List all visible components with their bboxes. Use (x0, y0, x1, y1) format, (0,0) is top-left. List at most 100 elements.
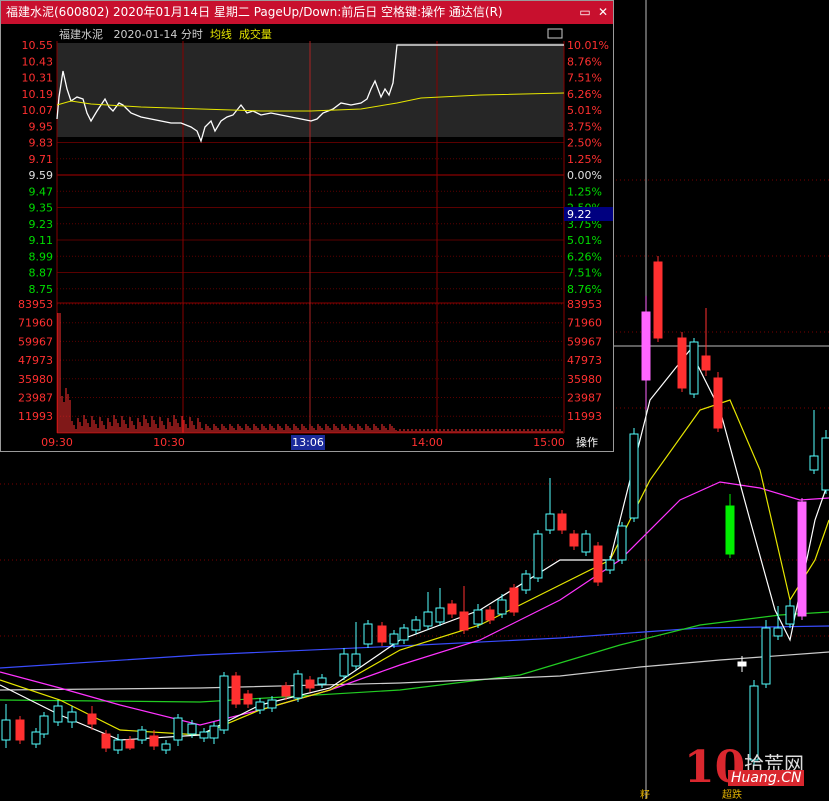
stock-name: 福建水泥 (59, 28, 103, 41)
price-axis-label: 9.23 (29, 218, 54, 231)
kline-candle (339, 653, 349, 677)
kline-candle (317, 677, 327, 685)
volume-axis-label: 23987 (18, 392, 53, 405)
volume-axis-label-right: 35980 (567, 373, 602, 386)
kline-candle (305, 679, 315, 689)
price-axis-label: 10.19 (22, 88, 54, 101)
kline-candle (773, 627, 783, 637)
kline-candle (797, 501, 807, 617)
watermark-logo: 10 拾荒网 Huang.CN (684, 742, 824, 794)
kline-candle (411, 619, 421, 631)
chart-date: 2020-01-14 分时 (113, 28, 203, 41)
avg-line-label: 均线 (209, 28, 232, 41)
volume-axis-label: 83953 (18, 298, 53, 311)
kline-candle (569, 533, 579, 547)
intraday-popup-window[interactable]: 福建水泥(600802) 2020年01月14日 星期二 PageUp/Down… (0, 0, 614, 452)
kline-candle (701, 355, 711, 371)
kline-candle (219, 675, 229, 731)
kline-candle (389, 633, 399, 645)
kline-candle (199, 731, 209, 739)
kline-candle (629, 433, 639, 519)
volume-axis-label: 11993 (18, 410, 53, 423)
kline-candle (713, 377, 723, 429)
volume-label: 成交量 (238, 28, 272, 41)
kline-candle (231, 675, 241, 705)
volume-axis-label-right: 47973 (567, 354, 602, 367)
kline-candle (67, 711, 77, 723)
kline-candle (497, 599, 507, 615)
percent-axis-label: 5.01% (567, 234, 602, 247)
kline-candle (15, 719, 25, 741)
chart-subtitle: 福建水泥 2020-01-14 分时 均线 成交量 (59, 26, 272, 42)
kline-candle (653, 261, 663, 339)
kline-candle (677, 337, 687, 389)
kline-candle (39, 715, 49, 735)
panel-toggle-icon (547, 28, 563, 39)
percent-axis-label: 8.76% (567, 283, 602, 296)
price-axis-label: 10.43 (22, 55, 54, 68)
price-axis-label: 10.55 (22, 39, 54, 52)
kline-candle (435, 607, 445, 623)
time-axis-label: 10:30 (153, 436, 185, 449)
time-axis-label: 15:00 (533, 436, 565, 449)
kline-candle (725, 505, 735, 555)
volume-axis-label: 47973 (18, 354, 53, 367)
price-axis-label: 9.83 (29, 137, 54, 150)
kline-candle (173, 717, 183, 741)
price-axis-label: 10.07 (22, 104, 54, 117)
kline-candle (87, 713, 97, 725)
time-axis-label: 14:00 (411, 436, 443, 449)
percent-axis-label: 0.00% (567, 169, 602, 182)
price-axis-label: 8.75 (29, 283, 54, 296)
kline-candle (485, 609, 495, 621)
price-axis-label: 9.35 (29, 202, 54, 215)
kline-candle (53, 705, 63, 723)
percent-axis-label: 7.51% (567, 72, 602, 85)
percent-axis-label: 1.25% (567, 153, 602, 166)
percent-axis-label: 3.75% (567, 120, 602, 133)
kline-candle (533, 533, 543, 579)
percent-axis-label: 2.50% (567, 137, 602, 150)
kline-candle (113, 739, 123, 751)
kline-candle (459, 611, 469, 631)
kline-candle (423, 611, 433, 627)
kline-candle (293, 673, 303, 699)
kline-candle (267, 699, 277, 709)
kline-candle (605, 559, 615, 571)
kline-candle (821, 437, 829, 491)
kline-candle (509, 587, 519, 613)
price-axis-label: 9.71 (29, 153, 54, 166)
percent-axis-label: 7.51% (567, 267, 602, 280)
kline-candle (557, 513, 567, 531)
percent-axis-label: 6.26% (567, 88, 602, 101)
cursor-time-label: 13:06 (292, 436, 324, 449)
percent-axis-label: 1.25% (567, 185, 602, 198)
kline-candle (641, 311, 651, 381)
kline-candle (255, 701, 265, 711)
volume-axis-label-right: 83953 (567, 298, 602, 311)
watermark-en: Huang.CN (728, 770, 805, 786)
price-axis-label: 8.99 (29, 250, 54, 263)
time-axis-label: 09:30 (41, 436, 73, 449)
price-axis-label: 9.95 (29, 120, 54, 133)
kline-candle (363, 623, 373, 645)
kline-candle (809, 455, 819, 471)
intraday-chart[interactable]: 10.55 10.43 10.31 10.19 10.07 9.95 9.83 9.71 9.5… (1, 1, 613, 451)
kline-candle (137, 729, 147, 741)
percent-axis-label: 5.01% (567, 104, 602, 117)
kline-candle (351, 653, 361, 667)
volume-axis-label: 59967 (18, 335, 53, 348)
volume-axis-label: 35980 (18, 373, 53, 386)
kline-candle (399, 627, 409, 641)
volume-axis-label-right: 59967 (567, 335, 602, 348)
operate-label: 操作 (576, 435, 598, 449)
price-axis-label: 9.11 (29, 234, 54, 247)
kline-candle (101, 733, 111, 749)
kline-candle (161, 743, 171, 751)
kline-candle (737, 661, 747, 667)
kline-candle (761, 627, 771, 685)
ma-line-gray (0, 651, 829, 691)
kline-candle (581, 533, 591, 553)
volume-axis-label-right: 11993 (567, 410, 602, 423)
kline-candle (149, 735, 159, 747)
